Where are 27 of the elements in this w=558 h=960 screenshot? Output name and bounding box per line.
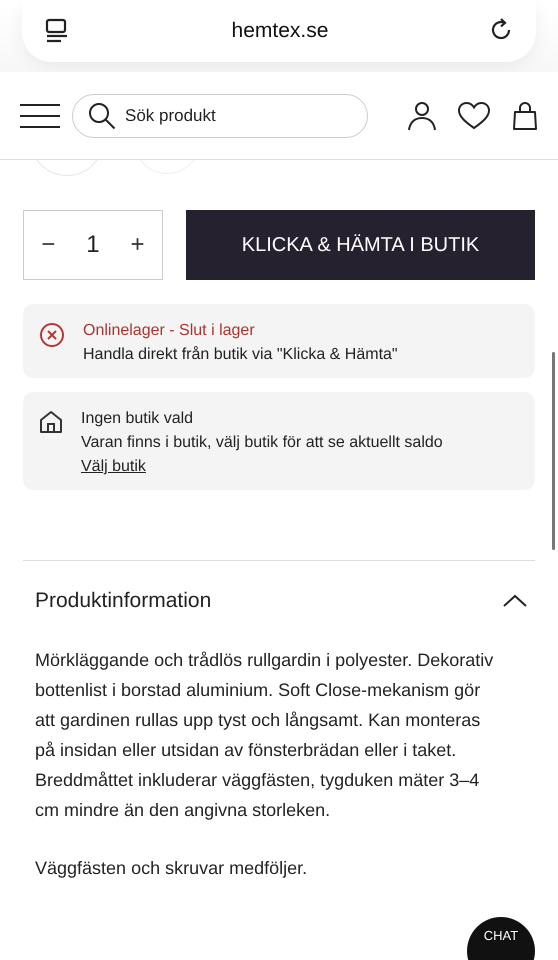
error-icon bbox=[39, 322, 65, 348]
address-text: hemtex.se bbox=[232, 19, 328, 43]
search-icon bbox=[88, 102, 116, 130]
search-field[interactable]: Sök produkt bbox=[72, 94, 368, 138]
quantity-stepper[interactable]: − 1 + bbox=[23, 210, 163, 280]
choose-store-link[interactable]: Välj butik bbox=[81, 458, 146, 476]
description-paragraph: Mörkläggande och trådlös rullgardin i polyester. Dekorativ bottenlist i borstad aluminium. Soft Close-mekanism gör att gardinen rullas upp tyst och långsamt. Kan monteras på insidan eller utsidan av fönsterbrädan eller i taket. Breddmåttet inkluderar väggfästen, tygduken mäter 3–4 cm mindre än den angivna storleken. bbox=[35, 649, 494, 822]
menu-icon[interactable] bbox=[20, 102, 60, 128]
bag-icon[interactable] bbox=[512, 100, 538, 130]
chat-button[interactable]: CHAT bbox=[467, 917, 535, 960]
heart-icon[interactable] bbox=[458, 102, 490, 130]
accordion-title: Produktinformation bbox=[35, 589, 212, 613]
scrollbar[interactable] bbox=[552, 352, 555, 550]
address-bar[interactable]: hemtex.se bbox=[22, 0, 536, 62]
click-and-collect-button[interactable]: KLICKA & HÄMTA I BUTIK bbox=[186, 210, 535, 280]
notice-title: Onlinelager - Slut i lager bbox=[83, 322, 256, 340]
notice-text: Varan finns i butik, välj butik för att se aktuellt saldo bbox=[81, 434, 443, 452]
notice-text: Handla direkt från butik via "Klicka & Hämta" bbox=[83, 346, 398, 364]
house-icon bbox=[39, 410, 63, 434]
decrease-button[interactable]: − bbox=[37, 227, 60, 263]
increase-button[interactable]: + bbox=[126, 227, 149, 263]
description-paragraph: Väggfästen och skruvar medföljer. bbox=[35, 857, 308, 880]
account-icon[interactable] bbox=[408, 100, 436, 130]
tabs-icon[interactable] bbox=[44, 18, 70, 44]
accordion-header[interactable]: Produktinformation bbox=[23, 561, 535, 633]
notice-title: Ingen butik vald bbox=[81, 410, 194, 428]
quantity-value: 1 bbox=[86, 231, 100, 259]
